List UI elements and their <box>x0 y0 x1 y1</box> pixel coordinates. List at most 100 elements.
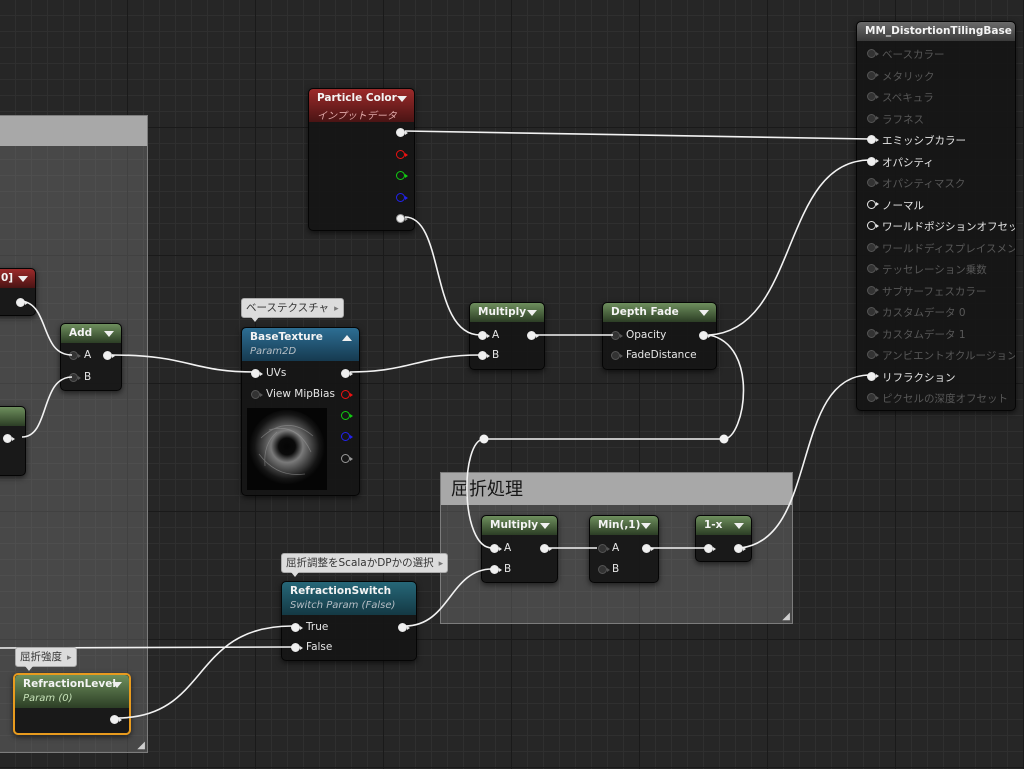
collapse-caret-icon[interactable] <box>104 331 114 337</box>
input-pin-a[interactable] <box>490 544 502 553</box>
pin-icon[interactable]: ▸ <box>439 555 444 573</box>
material-result-node[interactable]: MM_DistortionTilingBase ベースカラー メタリック スペキュラ… <box>856 21 1016 411</box>
refraction-switch-node[interactable]: RefractionSwitch Switch Param (False) Tr… <box>281 581 417 661</box>
particle-color-node[interactable]: Particle Color インプットデータ <box>308 88 415 231</box>
pin-label: FadeDistance <box>626 349 697 361</box>
collapse-caret-icon[interactable] <box>397 96 407 102</box>
output-pin[interactable] <box>527 331 539 340</box>
one-minus-node[interactable]: 1-x <box>695 515 752 562</box>
material-input-pin[interactable] <box>867 156 879 166</box>
input-pin-mipbias[interactable] <box>251 390 263 399</box>
min-node[interactable]: Min(,1) A B <box>589 515 659 583</box>
wire-texture-to-multiply-b <box>349 354 481 373</box>
output-pin-rgb[interactable] <box>396 128 408 137</box>
pin-label: A <box>504 542 512 554</box>
material-pin-label: ワールドポジションオフセット <box>882 221 1016 233</box>
output-pin-b[interactable] <box>341 432 353 441</box>
input-pin[interactable] <box>704 544 716 553</box>
material-pin-label: エミッシブカラー <box>882 135 966 147</box>
input-pin-false[interactable] <box>291 643 303 652</box>
material-input-pin[interactable] <box>867 92 879 101</box>
collapse-caret-icon[interactable] <box>699 310 709 316</box>
node-subtitle: インプットデータ <box>317 111 397 122</box>
collapse-caret-icon[interactable] <box>18 276 28 282</box>
material-input-pin[interactable] <box>867 113 879 123</box>
multiply-node[interactable]: Multiply A B <box>469 302 545 370</box>
output-pin[interactable] <box>398 623 410 632</box>
input-pin-a[interactable] <box>478 331 490 340</box>
node-title: Min(,1) <box>598 519 641 531</box>
input-pin-true[interactable] <box>291 623 303 632</box>
material-input-pin[interactable] <box>867 264 879 273</box>
pin-label: A <box>492 329 500 341</box>
material-input-pin[interactable] <box>867 350 879 359</box>
collapse-caret-icon[interactable] <box>734 523 744 529</box>
output-pin[interactable] <box>16 298 28 307</box>
comment-bubble-base-texture[interactable]: ベーステクスチャ ▸ <box>241 298 344 322</box>
material-input-pin[interactable] <box>867 135 879 144</box>
input-pin-b[interactable] <box>478 351 490 360</box>
input-pin-fadedistance[interactable] <box>611 351 623 360</box>
output-pin[interactable] <box>540 544 552 553</box>
output-pin-b[interactable] <box>396 193 408 202</box>
comment-title[interactable]: 屈折処理 <box>441 473 792 505</box>
node-title: Multiply <box>478 306 527 318</box>
output-pin[interactable] <box>110 715 122 724</box>
collapse-caret-icon[interactable] <box>540 523 550 529</box>
input-pin-opacity[interactable] <box>611 331 623 340</box>
output-pin[interactable] <box>642 544 654 553</box>
node-title: MM_DistortionTilingBase <box>865 25 1012 37</box>
material-input-pin[interactable] <box>867 49 879 58</box>
pin-icon[interactable]: ▸ <box>67 649 72 667</box>
input-pin-uvs[interactable] <box>251 369 263 378</box>
comment-bubble-switch[interactable]: 屈折調整をScalaかDPかの選択 ▸ <box>281 553 449 577</box>
add-node[interactable]: Add A B <box>60 323 122 391</box>
material-input-pin[interactable] <box>867 328 879 338</box>
collapse-caret-icon[interactable] <box>112 682 122 688</box>
material-input-pin[interactable] <box>867 178 879 187</box>
partial-node-left[interactable] <box>0 406 26 476</box>
output-pin[interactable] <box>734 544 746 553</box>
input-pin-a[interactable] <box>598 544 610 553</box>
base-texture-node[interactable]: BaseTexture Param2D UVs View MipBias <box>241 327 360 496</box>
output-pin[interactable] <box>699 331 711 340</box>
output-pin-a[interactable] <box>341 454 353 463</box>
output-pin-g[interactable] <box>396 171 408 180</box>
material-input-pin[interactable] <box>867 242 879 252</box>
material-input-pin[interactable] <box>867 221 879 230</box>
resize-grip-icon[interactable]: ◢ <box>137 740 145 751</box>
output-pin-rgb[interactable] <box>341 369 353 378</box>
input-pin-a[interactable] <box>69 351 81 360</box>
input-pin-b[interactable] <box>490 565 502 574</box>
multiply-refraction-node[interactable]: Multiply A B <box>481 515 558 583</box>
node-subtitle: Switch Param (False) <box>290 600 396 611</box>
collapse-caret-icon[interactable] <box>342 335 352 341</box>
output-pin-r[interactable] <box>341 390 353 399</box>
input-pin-b[interactable] <box>69 373 81 382</box>
material-input-pin[interactable] <box>867 393 879 402</box>
collapse-caret-icon[interactable] <box>527 310 537 316</box>
material-pin-label: スペキュラ <box>882 92 934 104</box>
comment-bubble-strength[interactable]: 屈折強度 ▸ <box>15 647 77 671</box>
material-pin-label: ワールドディスプレイスメント <box>882 242 1016 255</box>
material-pin-label: ピクセルの深度オフセット <box>882 393 1008 405</box>
partial-param-node[interactable]: 0] <box>0 268 36 316</box>
output-pin-g[interactable] <box>341 411 353 420</box>
pin-label: View MipBias <box>266 388 335 400</box>
output-pin[interactable] <box>3 434 15 443</box>
material-input-pin[interactable] <box>867 199 879 209</box>
output-pin-r[interactable] <box>396 150 408 159</box>
material-input-pin[interactable] <box>867 70 879 80</box>
material-input-pin[interactable] <box>867 285 879 295</box>
comment-title-bar[interactable] <box>0 116 147 146</box>
refraction-level-node[interactable]: RefractionLevel Param (0) <box>13 673 131 735</box>
material-input-pin[interactable] <box>867 371 879 381</box>
input-pin-b[interactable] <box>598 565 610 574</box>
collapse-caret-icon[interactable] <box>641 523 651 529</box>
output-pin[interactable] <box>103 351 115 360</box>
resize-grip-icon[interactable]: ◢ <box>782 611 790 622</box>
pin-icon[interactable]: ▸ <box>334 300 339 318</box>
output-pin-a[interactable] <box>396 214 408 223</box>
material-input-pin[interactable] <box>867 307 879 316</box>
depth-fade-node[interactable]: Depth Fade Opacity FadeDistance <box>602 302 717 370</box>
